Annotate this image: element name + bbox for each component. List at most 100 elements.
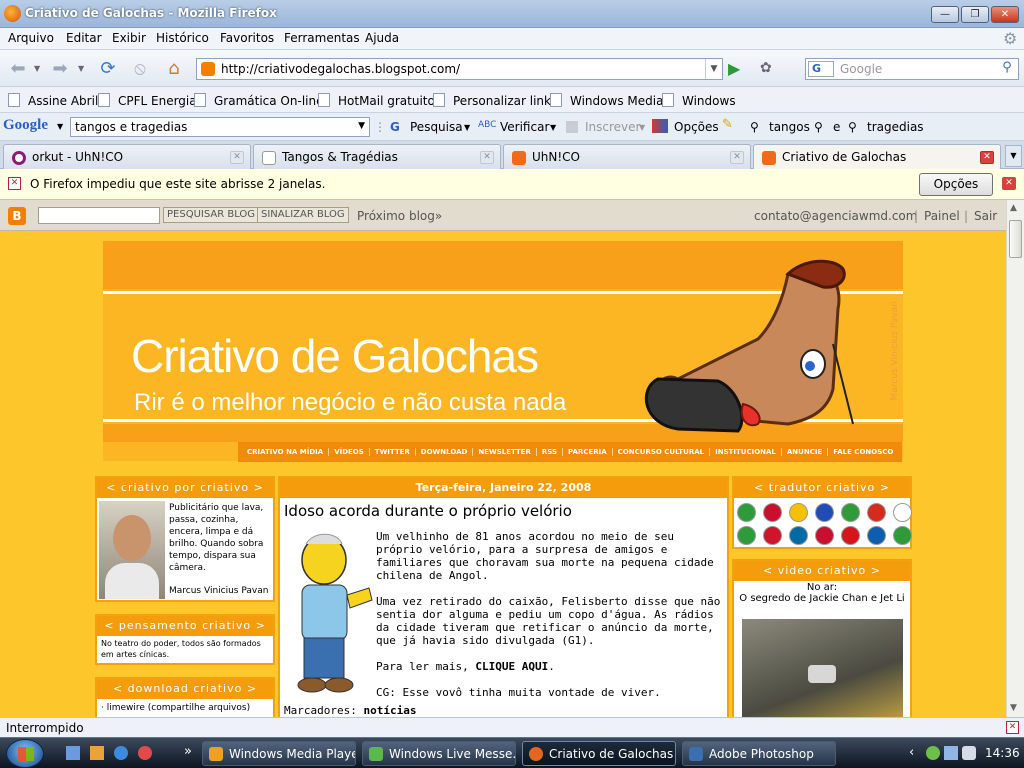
language-flag-icon[interactable] [841, 503, 860, 522]
bookmark-item[interactable]: Assine Abril [8, 93, 98, 108]
url-dropdown-button[interactable]: ▼ [705, 59, 722, 79]
google-search-input[interactable]: tangos e tragedias ▼ [70, 117, 370, 137]
blogger-logo-icon[interactable]: B [8, 207, 26, 225]
language-flag-icon[interactable] [867, 503, 886, 522]
nav-link[interactable]: CRIATIVO NA MÍDIA [242, 448, 330, 456]
quicklaunch-icon[interactable] [138, 746, 152, 760]
menu-editar[interactable]: Editar [66, 31, 102, 45]
nav-link[interactable]: VÍDEOS [329, 448, 370, 456]
language-flag-icon[interactable] [789, 503, 808, 522]
nav-link[interactable]: CONCURSO CULTURAL [613, 448, 711, 456]
profile-photo[interactable] [99, 501, 165, 599]
verificar-dropdown[interactable]: ▼ [550, 123, 556, 132]
task-messenger[interactable]: Windows Live Messe... [362, 741, 516, 766]
forward-button[interactable]: ➡ [46, 54, 74, 82]
bookmark-item[interactable]: Windows [662, 93, 736, 108]
bookmark-item[interactable]: CPFL Energia [98, 93, 197, 108]
language-flag-icon[interactable] [737, 526, 756, 545]
scroll-down-icon[interactable]: ▼ [1010, 703, 1017, 713]
find-term-tragedias[interactable]: tragedias [867, 120, 924, 134]
label-link[interactable]: notícias [363, 704, 416, 717]
extension-icon[interactable]: ✿ [760, 60, 772, 76]
highlighter-icon[interactable]: ✎ [722, 117, 733, 132]
flag-blog-button[interactable]: SINALIZAR BLOG [257, 207, 349, 223]
pesquisa-dropdown[interactable]: ▼ [464, 123, 470, 132]
go-button[interactable]: ▶ [728, 59, 740, 78]
start-button[interactable] [6, 739, 44, 768]
bookmark-item[interactable]: Personalizar links [433, 93, 557, 108]
google-logo[interactable]: Google [3, 117, 48, 134]
nav-link[interactable]: RSS [537, 448, 564, 456]
back-history-dropdown[interactable]: ▼ [34, 64, 40, 73]
find-term-tangos[interactable]: tangos [769, 120, 810, 134]
tab-close-icon[interactable]: ✕ [980, 151, 994, 164]
blog-title[interactable]: Criativo de Galochas [131, 329, 539, 383]
google-pesquisa-button[interactable]: Pesquisa [410, 120, 463, 134]
play-icon[interactable] [808, 665, 836, 683]
tab-close-icon[interactable]: ✕ [480, 151, 494, 164]
url-bar[interactable]: http://criativodegalochas.blogspot.com/ … [196, 58, 723, 80]
page-scrollbar[interactable]: ▲ ▼ [1006, 200, 1024, 717]
quicklaunch-chevron[interactable]: » [184, 744, 192, 759]
blog-search-input[interactable] [38, 207, 160, 224]
inscrever-dropdown[interactable]: ▼ [639, 123, 645, 132]
status-blocked-icon[interactable]: ✕ [1006, 721, 1019, 734]
reload-button[interactable]: ⟳ [94, 54, 122, 82]
quicklaunch-icon[interactable] [90, 746, 104, 760]
menu-favoritos[interactable]: Favoritos [220, 31, 274, 45]
minimize-button[interactable]: — [931, 6, 959, 23]
tray-expand-button[interactable]: ‹ [909, 745, 914, 760]
bookmark-item[interactable]: Windows Media [550, 93, 663, 108]
google-inscrever-button[interactable]: Inscrever [585, 120, 640, 134]
tray-icon[interactable] [926, 746, 940, 760]
language-flag-icon[interactable] [893, 526, 912, 545]
task-firefox[interactable]: Criativo de Galochas ... [522, 741, 676, 766]
tab-orkut[interactable]: orkut - UhN!CO ✕ [3, 144, 251, 169]
nav-link[interactable]: DOWNLOAD [416, 448, 474, 456]
home-button[interactable]: ⌂ [160, 54, 188, 82]
language-flag-icon[interactable] [815, 503, 834, 522]
options-button[interactable]: Opções [919, 173, 993, 196]
tab-unico[interactable]: UhN!CO ✕ [503, 144, 751, 169]
network-icon[interactable] [944, 746, 958, 760]
google-menu-dropdown[interactable]: ▼ [57, 122, 63, 131]
nav-link[interactable]: TWITTER [370, 448, 416, 456]
task-media-player[interactable]: Windows Media Player [202, 741, 356, 766]
ie-icon[interactable] [114, 746, 128, 760]
language-flag-icon[interactable] [893, 503, 912, 522]
scroll-thumb[interactable] [1009, 220, 1022, 258]
language-flag-icon[interactable] [763, 526, 782, 545]
profile-name[interactable]: Marcus Vinicius Pavan [169, 586, 268, 596]
language-flag-icon[interactable] [867, 526, 886, 545]
nav-link[interactable]: FALE CONOSCO [828, 448, 898, 456]
bookmark-item[interactable]: HotMail gratuito [318, 93, 435, 108]
nav-link[interactable]: ANUNCIE [782, 448, 829, 456]
tab-close-icon[interactable]: ✕ [230, 151, 244, 164]
language-flag-icon[interactable] [815, 526, 834, 545]
google-opcoes-button[interactable]: Opções [674, 120, 719, 134]
close-button[interactable]: ✕ [991, 6, 1019, 23]
tab-list-button[interactable]: ▼ [1005, 145, 1022, 167]
menu-arquivo[interactable]: Arquivo [8, 31, 54, 45]
menu-exibir[interactable]: Exibir [112, 31, 146, 45]
language-flag-icon[interactable] [737, 503, 756, 522]
clock[interactable]: 14:36 [985, 746, 1020, 760]
nav-link[interactable]: NEWSLETTER [473, 448, 537, 456]
scroll-up-icon[interactable]: ▲ [1010, 203, 1017, 213]
search-engine-selector[interactable]: G [808, 61, 834, 77]
close-notification-icon[interactable]: ✕ [1002, 177, 1016, 190]
find-term-e[interactable]: e [833, 120, 840, 134]
search-box[interactable]: G Google ⚲ [805, 58, 1019, 80]
download-item[interactable]: · limewire (compartilhe arquivos) [97, 699, 273, 717]
stop-button[interactable]: ⦸ [126, 54, 154, 82]
video-thumbnail[interactable] [742, 619, 903, 717]
back-button[interactable]: ⬅ [4, 54, 32, 82]
quicklaunch-icon[interactable] [66, 746, 80, 760]
tab-close-icon[interactable]: ✕ [730, 151, 744, 164]
search-blog-button[interactable]: PESQUISAR BLOG [163, 207, 260, 223]
tab-criativo[interactable]: Criativo de Galochas ✕ [753, 144, 1001, 170]
language-flag-icon[interactable] [841, 526, 860, 545]
google-verificar-button[interactable]: Verificar [500, 120, 549, 134]
search-magnifier-icon[interactable]: ⚲ [996, 60, 1018, 78]
post-title[interactable]: Idoso acorda durante o próprio velório [284, 502, 572, 520]
